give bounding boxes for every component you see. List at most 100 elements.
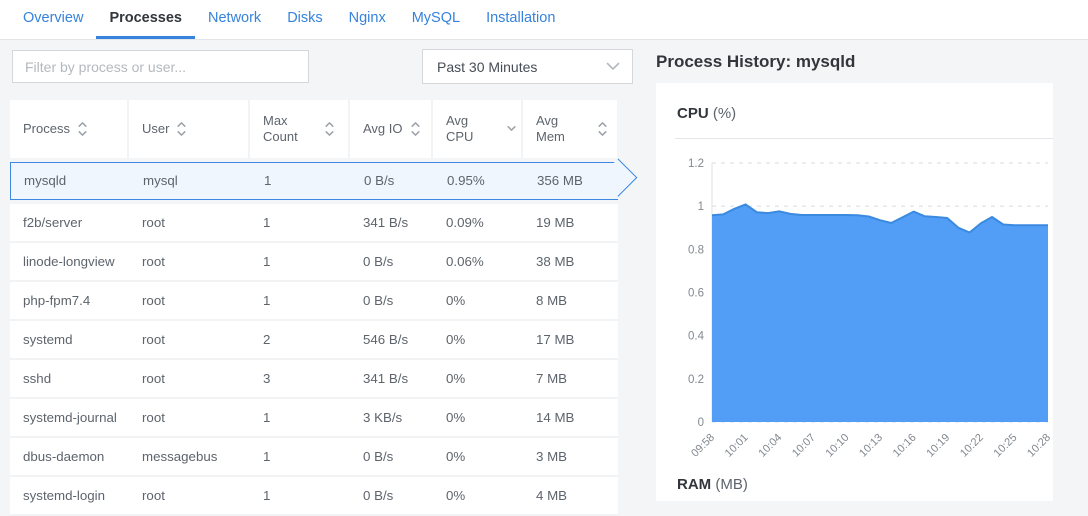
cell-process: dbus-daemon	[10, 438, 129, 475]
cell-avg-cpu: 0%	[433, 282, 523, 319]
process-table: Process User Max Count Avg IO Avg CPU Av…	[10, 100, 618, 516]
ram-heading-label: RAM	[677, 476, 711, 493]
svg-text:0.6: 0.6	[688, 288, 704, 300]
cell-max-count: 3	[250, 360, 350, 397]
cell-user: root	[129, 243, 250, 280]
cell-max-count: 2	[250, 321, 350, 358]
table-row-systemd[interactable]: systemd root 2 546 B/s 0% 17 MB	[10, 321, 618, 360]
svg-text:0.4: 0.4	[688, 331, 705, 343]
cell-avg-cpu: 0%	[433, 399, 523, 436]
cell-process: systemd-journal	[10, 399, 129, 436]
cell-avg-mem: 4 MB	[523, 477, 617, 514]
cell-max-count: 1	[250, 477, 350, 514]
cell-max-count: 1	[251, 163, 351, 199]
column-header-process[interactable]: Process	[10, 100, 129, 158]
cell-avg-mem: 19 MB	[523, 204, 617, 241]
svg-text:10:22: 10:22	[958, 432, 986, 460]
process-table-body: mysqld mysql 1 0 B/s 0.95% 356 MB f2b/se…	[10, 162, 618, 516]
cell-process: f2b/server	[10, 204, 129, 241]
cell-process: systemd-login	[10, 477, 129, 514]
tab-mysql[interactable]: MySQL	[399, 0, 473, 39]
tab-processes[interactable]: Processes	[96, 0, 195, 39]
cpu-heading-unit: (%)	[713, 105, 736, 122]
cell-avg-mem: 7 MB	[523, 360, 617, 397]
cpu-chart-heading: CPU (%)	[677, 105, 1053, 122]
table-row-php-fpm[interactable]: php-fpm7.4 root 1 0 B/s 0% 8 MB	[10, 282, 618, 321]
ram-heading-unit: (MB)	[715, 476, 748, 493]
svg-text:10:19: 10:19	[924, 432, 952, 460]
time-range-select[interactable]: Past 30 Minutes	[422, 49, 633, 84]
sort-desc-icon	[506, 125, 517, 133]
cell-avg-io: 341 B/s	[350, 204, 433, 241]
cell-max-count: 1	[250, 399, 350, 436]
cell-process: mysqld	[11, 163, 130, 199]
table-row-mysqld[interactable]: mysqld mysql 1 0 B/s 0.95% 356 MB	[10, 162, 618, 200]
column-header-avg-io[interactable]: Avg IO	[350, 100, 433, 158]
column-header-user[interactable]: User	[129, 100, 250, 158]
svg-text:10:13: 10:13	[857, 432, 885, 460]
cell-avg-io: 0 B/s	[350, 477, 433, 514]
svg-text:1: 1	[698, 201, 704, 213]
cell-avg-mem: 17 MB	[523, 321, 617, 358]
sort-both-icon	[77, 121, 88, 137]
sort-both-icon	[324, 121, 335, 137]
cpu-heading-label: CPU	[677, 105, 709, 122]
tab-installation[interactable]: Installation	[473, 0, 568, 39]
cell-process: php-fpm7.4	[10, 282, 129, 319]
table-row-dbus-daemon[interactable]: dbus-daemon messagebus 1 0 B/s 0% 3 MB	[10, 438, 618, 477]
cell-avg-mem: 14 MB	[523, 399, 617, 436]
svg-text:10:28: 10:28	[1025, 432, 1053, 460]
column-header-avg-mem[interactable]: Avg Mem	[523, 100, 617, 158]
cell-avg-io: 0 B/s	[350, 282, 433, 319]
process-history-panel: Process History: mysqld CPU (%) 00.20.40…	[656, 40, 1053, 501]
column-header-max-count[interactable]: Max Count	[250, 100, 350, 158]
svg-text:0.2: 0.2	[688, 374, 704, 386]
table-row-linode-longview[interactable]: linode-longview root 1 0 B/s 0.06% 38 MB	[10, 243, 618, 282]
cell-avg-cpu: 0%	[433, 438, 523, 475]
tab-disks[interactable]: Disks	[274, 0, 335, 39]
table-row-systemd-login[interactable]: systemd-login root 1 0 B/s 0% 4 MB	[10, 477, 618, 516]
cell-avg-cpu: 0%	[433, 477, 523, 514]
tab-network[interactable]: Network	[195, 0, 274, 39]
sort-both-icon	[176, 121, 187, 137]
cell-avg-io: 0 B/s	[350, 243, 433, 280]
cell-avg-io: 0 B/s	[350, 438, 433, 475]
cell-avg-io: 3 KB/s	[350, 399, 433, 436]
cell-avg-cpu: 0.06%	[433, 243, 523, 280]
cell-avg-mem: 3 MB	[523, 438, 617, 475]
cell-user: root	[129, 360, 250, 397]
table-row-systemd-journal[interactable]: systemd-journal root 1 3 KB/s 0% 14 MB	[10, 399, 618, 438]
sort-both-icon	[410, 121, 421, 137]
svg-text:1.2: 1.2	[688, 158, 704, 170]
cell-avg-io: 546 B/s	[350, 321, 433, 358]
svg-text:10:07: 10:07	[790, 432, 818, 460]
cell-avg-cpu: 0%	[433, 360, 523, 397]
tab-nginx[interactable]: Nginx	[336, 0, 399, 39]
process-table-header: Process User Max Count Avg IO Avg CPU Av…	[10, 100, 618, 158]
svg-text:10:16: 10:16	[891, 432, 919, 460]
process-filter-input[interactable]	[12, 50, 309, 83]
top-tab-bar: Overview Processes Network Disks Nginx M…	[0, 0, 1088, 40]
cell-max-count: 1	[250, 243, 350, 280]
cell-avg-io: 0 B/s	[351, 163, 434, 199]
svg-text:0: 0	[698, 417, 704, 429]
cell-avg-mem: 38 MB	[523, 243, 617, 280]
chevron-down-icon	[606, 62, 620, 71]
table-row-f2b-server[interactable]: f2b/server root 1 341 B/s 0.09% 19 MB	[10, 204, 618, 243]
cell-process: sshd	[10, 360, 129, 397]
section-divider	[675, 138, 1053, 139]
column-header-avg-cpu[interactable]: Avg CPU	[433, 100, 523, 158]
cell-user: root	[129, 399, 250, 436]
processes-pane: Past 30 Minutes Process User Max Count A…	[0, 40, 645, 501]
svg-text:0.8: 0.8	[688, 244, 704, 256]
cell-avg-cpu: 0.95%	[434, 163, 524, 199]
tab-overview[interactable]: Overview	[10, 0, 96, 39]
cell-user: root	[129, 204, 250, 241]
table-row-sshd[interactable]: sshd root 3 341 B/s 0% 7 MB	[10, 360, 618, 399]
ram-chart-heading: RAM (MB)	[677, 476, 1053, 493]
svg-text:10:10: 10:10	[824, 432, 852, 460]
cell-user: root	[129, 321, 250, 358]
svg-text:10:25: 10:25	[992, 432, 1020, 460]
cell-avg-mem: 356 MB	[524, 163, 618, 199]
cell-process: linode-longview	[10, 243, 129, 280]
